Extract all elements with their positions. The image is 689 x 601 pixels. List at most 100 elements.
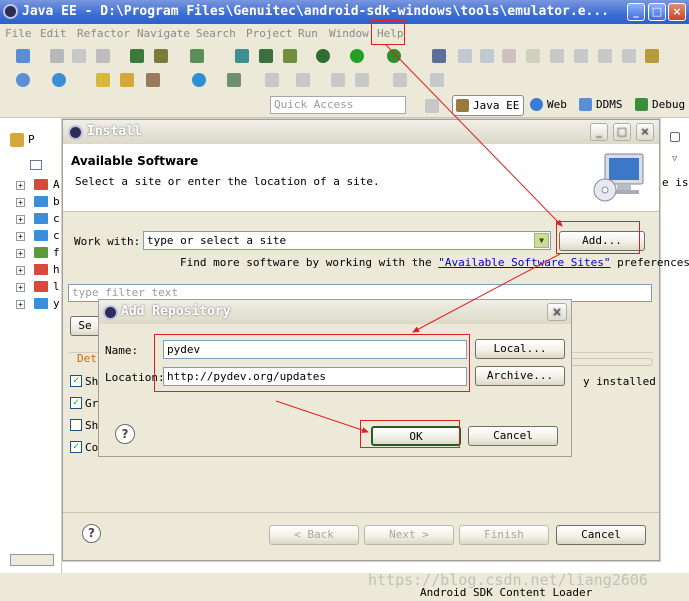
explorer-tab-label[interactable]: P [28, 133, 35, 146]
checkbox-contact-all[interactable]: ✓ [70, 441, 82, 453]
close-icon[interactable]: × [636, 123, 654, 141]
menu-run[interactable]: Run [298, 27, 318, 40]
tree-item[interactable]: + c [16, 212, 60, 226]
tree-item[interactable]: + c [16, 229, 60, 243]
new-web-icon[interactable] [52, 73, 66, 87]
finish-button[interactable]: Finish [459, 525, 549, 545]
cancel-button[interactable]: Cancel [468, 426, 558, 446]
tree-item[interactable]: + l [16, 280, 60, 294]
view-menu-icon[interactable]: ▽ [672, 154, 677, 164]
tree-item[interactable]: + b [16, 195, 60, 209]
expand-icon[interactable]: + [16, 198, 25, 207]
help-icon[interactable]: ? [115, 424, 135, 444]
collapse-all-icon[interactable] [30, 160, 42, 170]
new-class-icon[interactable] [259, 49, 273, 63]
chevron-down-icon[interactable]: ▼ [534, 233, 549, 248]
menu-bar: File Edit Refactor Navigate Search Proje… [0, 24, 689, 44]
menu-project[interactable]: Project [246, 27, 292, 40]
deploy-icon[interactable] [130, 49, 144, 63]
print-icon[interactable] [96, 49, 110, 63]
step-over-icon[interactable] [574, 49, 588, 63]
disconnect-icon[interactable] [526, 49, 540, 63]
tree-item[interactable]: + f [16, 246, 60, 260]
perspective-tab-web[interactable]: Web [527, 95, 567, 116]
install-header: Available Software Select a site or ente… [63, 144, 659, 212]
expand-icon[interactable]: + [16, 283, 25, 292]
local-button[interactable]: Local... [475, 339, 565, 359]
search-icon[interactable] [227, 73, 241, 87]
footer-divider [63, 512, 659, 513]
available-sites-link[interactable]: "Available Software Sites" [438, 256, 610, 269]
minimize-icon[interactable]: _ [627, 3, 645, 21]
use-step-filters-icon[interactable] [645, 49, 659, 63]
run-external-icon[interactable] [387, 49, 401, 63]
open-perspective-icon[interactable] [425, 99, 439, 113]
perspective-tab-java-ee[interactable]: Java EE [452, 95, 524, 116]
brush-icon[interactable] [146, 73, 160, 87]
maximize-view-icon[interactable] [670, 132, 680, 142]
help-icon[interactable]: ? [82, 524, 101, 543]
back-button[interactable]: < Back [269, 525, 359, 545]
java-icon[interactable] [235, 49, 249, 63]
menu-search[interactable]: Search [196, 27, 236, 40]
hide-installed-text: y installed [583, 375, 656, 388]
checkbox-group-by-category[interactable]: ✓ [70, 397, 82, 409]
expand-icon[interactable]: + [16, 232, 25, 241]
browser-icon[interactable] [192, 73, 206, 87]
archive-button[interactable]: Archive... [475, 366, 565, 386]
close-icon[interactable]: × [668, 3, 686, 21]
cancel-button[interactable]: Cancel [556, 525, 646, 545]
save-all-icon[interactable] [72, 49, 86, 63]
perspective-tab-debug[interactable]: Debug [632, 95, 685, 116]
new-package-icon[interactable] [283, 49, 297, 63]
open-type-icon[interactable] [120, 73, 134, 87]
expand-icon[interactable]: + [16, 266, 25, 275]
annotation-repo-fields [154, 334, 470, 392]
forward-arrow-icon[interactable] [355, 73, 369, 87]
open-folder-icon[interactable] [96, 73, 110, 87]
horizontal-scrollbar[interactable] [10, 554, 54, 566]
work-with-combo[interactable]: type or select a site ▼ [143, 231, 551, 250]
quick-access-input[interactable]: Quick Access [270, 96, 406, 114]
next-button[interactable]: Next > [364, 525, 454, 545]
globe-icon[interactable] [16, 73, 30, 87]
minimize-icon[interactable]: _ [590, 123, 608, 141]
drop-to-frame-icon[interactable] [622, 49, 636, 63]
expand-icon[interactable]: + [16, 249, 25, 258]
menu-window[interactable]: Window [329, 27, 369, 40]
skip-breakpoints-icon[interactable] [432, 49, 446, 63]
nav-icon[interactable] [430, 73, 444, 87]
back-arrow-icon[interactable] [331, 73, 345, 87]
select-all-button[interactable]: Se [70, 316, 100, 336]
last-edit-icon[interactable] [393, 73, 407, 87]
close-icon[interactable]: × [547, 303, 567, 321]
resume-icon[interactable] [458, 49, 472, 63]
annotation-icon[interactable] [265, 73, 279, 87]
pin-icon[interactable] [296, 73, 310, 87]
expand-icon[interactable]: + [16, 181, 25, 190]
save-icon[interactable] [50, 49, 64, 63]
maximize-icon[interactable]: □ [613, 123, 631, 141]
menu-refactor[interactable]: Refactor [77, 27, 130, 40]
checkbox-show-applicable[interactable] [70, 419, 82, 431]
tree-item[interactable]: + h [16, 263, 60, 277]
run-icon[interactable] [350, 49, 364, 63]
tree-item[interactable]: + A [16, 178, 60, 192]
maximize-icon[interactable]: □ [648, 3, 666, 21]
expand-icon[interactable]: + [16, 215, 25, 224]
checkbox-show-latest[interactable]: ✓ [70, 375, 82, 387]
menu-file[interactable]: File [5, 27, 32, 40]
check-icon[interactable] [190, 49, 204, 63]
step-into-icon[interactable] [550, 49, 564, 63]
new-icon[interactable] [16, 49, 30, 63]
perspective-tab-ddms[interactable]: DDMS [576, 95, 623, 116]
menu-navigate[interactable]: Navigate [137, 27, 190, 40]
debug-icon[interactable] [316, 49, 330, 63]
server-icon[interactable] [154, 49, 168, 63]
menu-edit[interactable]: Edit [40, 27, 67, 40]
terminate-icon[interactable] [502, 49, 516, 63]
tree-item[interactable]: + y [16, 297, 60, 311]
expand-icon[interactable]: + [16, 300, 25, 309]
step-return-icon[interactable] [598, 49, 612, 63]
suspend-icon[interactable] [480, 49, 494, 63]
